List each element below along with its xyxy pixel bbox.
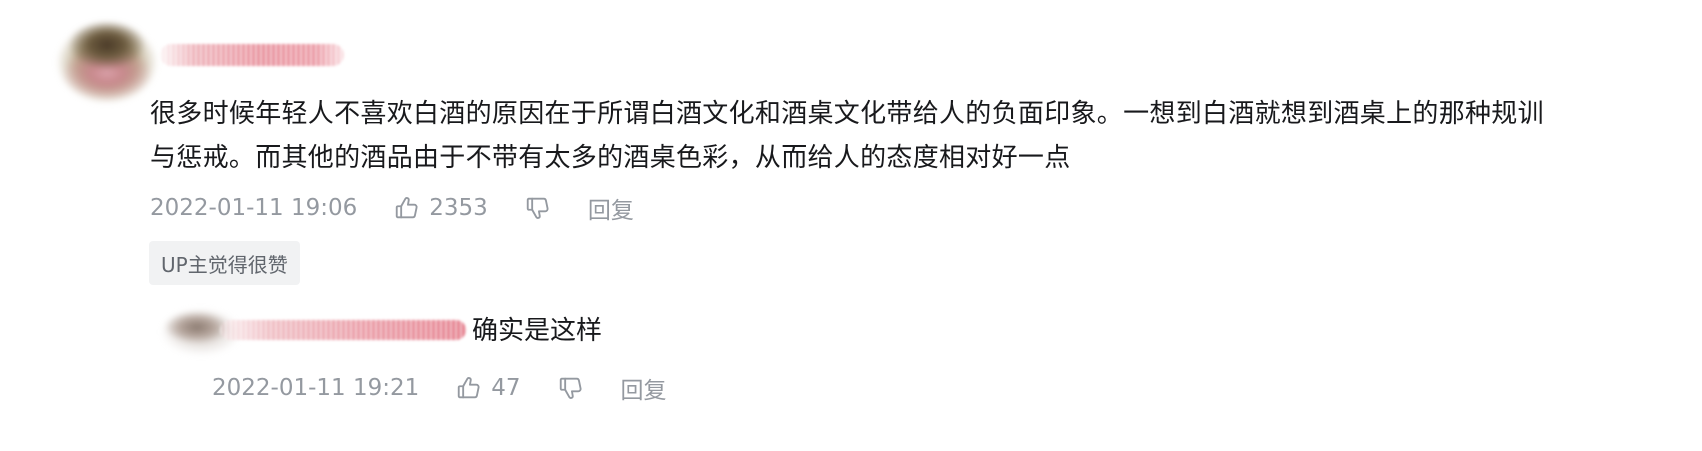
avatar[interactable] <box>56 22 158 104</box>
reply-username[interactable] <box>220 320 466 340</box>
comment-section: 很多时候年轻人不喜欢白酒的原因在于所谓白酒文化和酒桌文化带给人的负面印象。一想到… <box>0 0 1702 451</box>
thumbs-up-icon <box>458 377 480 399</box>
up-liked-badge: UP主觉得很赞 <box>149 241 300 285</box>
reply-text: 确实是这样 <box>472 316 603 346</box>
reply-actions: 2022-01-11 19:21 47 回复 <box>212 370 667 406</box>
like-button[interactable]: 2353 <box>393 194 488 222</box>
reply-time: 2022-01-11 19:21 <box>212 375 420 401</box>
thumbs-up-icon <box>396 197 418 219</box>
reply-dislike-button[interactable] <box>557 374 585 402</box>
thumbs-down-icon <box>559 377 582 399</box>
comment-text: 很多时候年轻人不喜欢白酒的原因在于所谓白酒文化和酒桌文化带给人的负面印象。一想到… <box>150 99 1544 173</box>
reply-like-button[interactable]: 47 <box>455 374 521 402</box>
reply-button[interactable]: 回复 <box>588 191 634 225</box>
username[interactable] <box>160 44 344 66</box>
like-count: 2353 <box>429 195 488 221</box>
reply-reply-button[interactable]: 回复 <box>621 371 667 405</box>
comment-actions: 2022-01-11 19:06 2353 回复 <box>150 190 634 226</box>
comment-time: 2022-01-11 19:06 <box>150 195 358 221</box>
reply-like-count: 47 <box>491 375 521 401</box>
thumbs-down-icon <box>526 197 549 219</box>
dislike-button[interactable] <box>524 194 552 222</box>
